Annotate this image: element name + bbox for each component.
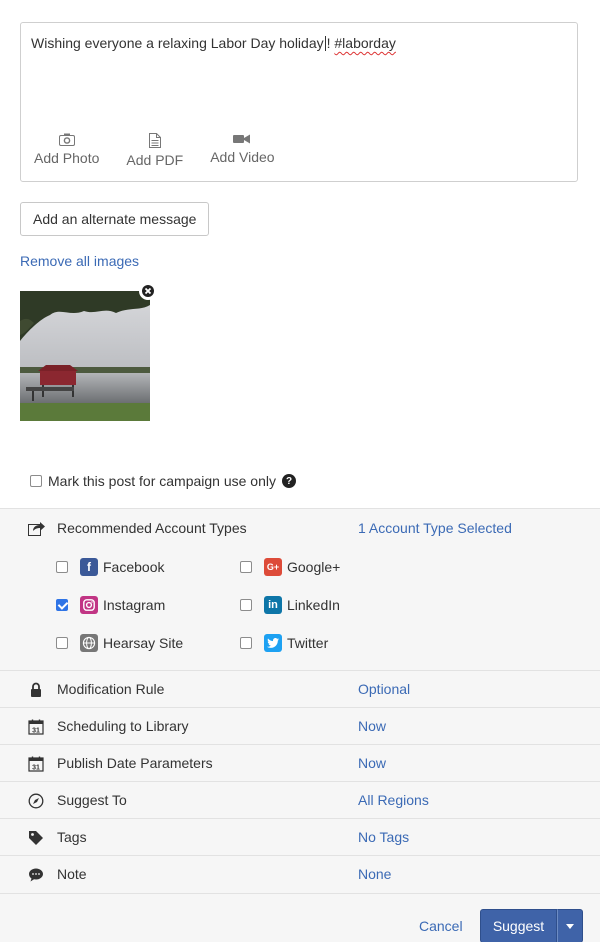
- hearsay-site-checkbox[interactable]: [56, 637, 68, 649]
- facebook-icon: f: [80, 558, 98, 576]
- setting-value[interactable]: Now: [358, 718, 386, 734]
- account-linkedin[interactable]: in LinkedIn: [240, 596, 340, 614]
- setting-label: Scheduling to Library: [57, 718, 189, 734]
- setting-value[interactable]: Optional: [358, 681, 410, 697]
- compass-icon: [27, 792, 45, 810]
- account-facebook[interactable]: f Facebook: [56, 558, 164, 576]
- add-video-label: Add Video: [210, 149, 275, 165]
- setting-label: Tags: [57, 829, 87, 845]
- twitter-label: Twitter: [287, 635, 329, 651]
- svg-text:31: 31: [32, 727, 40, 734]
- campaign-option: Mark this post for campaign use only ?: [30, 473, 296, 489]
- add-photo-button[interactable]: Add Photo: [34, 133, 99, 168]
- footer-actions: Cancel Suggest: [0, 893, 600, 942]
- document-icon: [148, 133, 161, 148]
- recommended-account-types-header: Recommended Account Types: [28, 520, 247, 536]
- post-composer[interactable]: Wishing everyone a relaxing Labor Day ho…: [20, 22, 578, 182]
- attachment-toolbar: Add Photo Add PDF Add Video: [34, 133, 302, 168]
- twitter-icon: [264, 634, 282, 652]
- help-icon[interactable]: ?: [282, 474, 296, 488]
- post-settings-panel: Recommended Account Types 1 Account Type…: [0, 508, 600, 942]
- remove-all-images-link[interactable]: Remove all images: [20, 253, 139, 269]
- setting-publish-date-parameters[interactable]: 31 Publish Date Parameters Now: [0, 744, 600, 781]
- cancel-button[interactable]: Cancel: [419, 918, 463, 934]
- twitter-checkbox[interactable]: [240, 637, 252, 649]
- close-icon: [142, 285, 154, 297]
- post-hashtag: #laborday: [334, 35, 396, 51]
- setting-tags[interactable]: Tags No Tags: [0, 818, 600, 855]
- lock-icon: [27, 681, 45, 699]
- calendar-icon: 31: [27, 718, 45, 736]
- add-video-button[interactable]: Add Video: [210, 133, 275, 168]
- add-photo-label: Add Photo: [34, 150, 100, 166]
- google-plus-icon: G+: [264, 558, 282, 576]
- calendar-icon: 31: [27, 755, 45, 773]
- hearsay-site-label: Hearsay Site: [103, 635, 184, 651]
- add-alternate-message-button[interactable]: Add an alternate message: [20, 202, 210, 236]
- add-pdf-label: Add PDF: [126, 152, 184, 168]
- account-twitter[interactable]: Twitter: [240, 634, 328, 652]
- camera-icon: [58, 133, 75, 146]
- globe-icon: [80, 634, 98, 652]
- google-plus-label: Google+: [287, 559, 341, 575]
- setting-label: Modification Rule: [57, 681, 165, 697]
- campaign-checkbox[interactable]: [30, 475, 42, 487]
- setting-label: Publish Date Parameters: [57, 755, 213, 771]
- video-camera-icon: [233, 134, 251, 144]
- account-google-plus[interactable]: G+ Google+: [240, 558, 340, 576]
- image-thumbnail[interactable]: [20, 291, 150, 421]
- setting-label: Suggest To: [57, 792, 127, 808]
- setting-value[interactable]: None: [358, 866, 391, 882]
- setting-scheduling-to-library[interactable]: 31 Scheduling to Library Now: [0, 707, 600, 744]
- setting-suggest-to[interactable]: Suggest To All Regions: [0, 781, 600, 818]
- facebook-label: Facebook: [103, 559, 165, 575]
- speech-bubble-icon: [27, 866, 45, 884]
- linkedin-label: LinkedIn: [287, 597, 340, 613]
- svg-text:31: 31: [32, 764, 40, 771]
- suggest-button[interactable]: Suggest: [480, 909, 557, 942]
- setting-modification-rule[interactable]: Modification Rule Optional: [0, 670, 600, 707]
- instagram-checkbox[interactable]: [56, 599, 68, 611]
- text-caret: [324, 36, 326, 51]
- linkedin-icon: in: [264, 596, 282, 614]
- setting-value[interactable]: Now: [358, 755, 386, 771]
- suggest-options-button[interactable]: [557, 909, 583, 942]
- campaign-label: Mark this post for campaign use only: [48, 473, 276, 489]
- account-instagram[interactable]: Instagram: [56, 596, 165, 614]
- facebook-checkbox[interactable]: [56, 561, 68, 573]
- instagram-label: Instagram: [103, 597, 166, 613]
- instagram-icon: [80, 596, 98, 614]
- add-pdf-button[interactable]: Add PDF: [126, 133, 183, 168]
- account-type-selection-link[interactable]: 1 Account Type Selected: [358, 520, 512, 536]
- remove-image-button[interactable]: [139, 282, 157, 300]
- lake-photo: [20, 291, 150, 421]
- setting-value[interactable]: No Tags: [358, 829, 409, 845]
- recommended-title: Recommended Account Types: [57, 520, 247, 536]
- linkedin-checkbox[interactable]: [240, 599, 252, 611]
- post-text-main: Wishing everyone a relaxing Labor Day ho…: [31, 35, 324, 51]
- google-plus-checkbox[interactable]: [240, 561, 252, 573]
- setting-note[interactable]: Note None: [0, 855, 600, 892]
- post-text[interactable]: Wishing everyone a relaxing Labor Day ho…: [31, 35, 396, 51]
- share-icon: [28, 521, 45, 536]
- setting-value[interactable]: All Regions: [358, 792, 429, 808]
- account-hearsay-site[interactable]: Hearsay Site: [56, 634, 183, 652]
- caret-down-icon: [566, 923, 574, 929]
- setting-label: Note: [57, 866, 87, 882]
- tag-icon: [27, 829, 45, 847]
